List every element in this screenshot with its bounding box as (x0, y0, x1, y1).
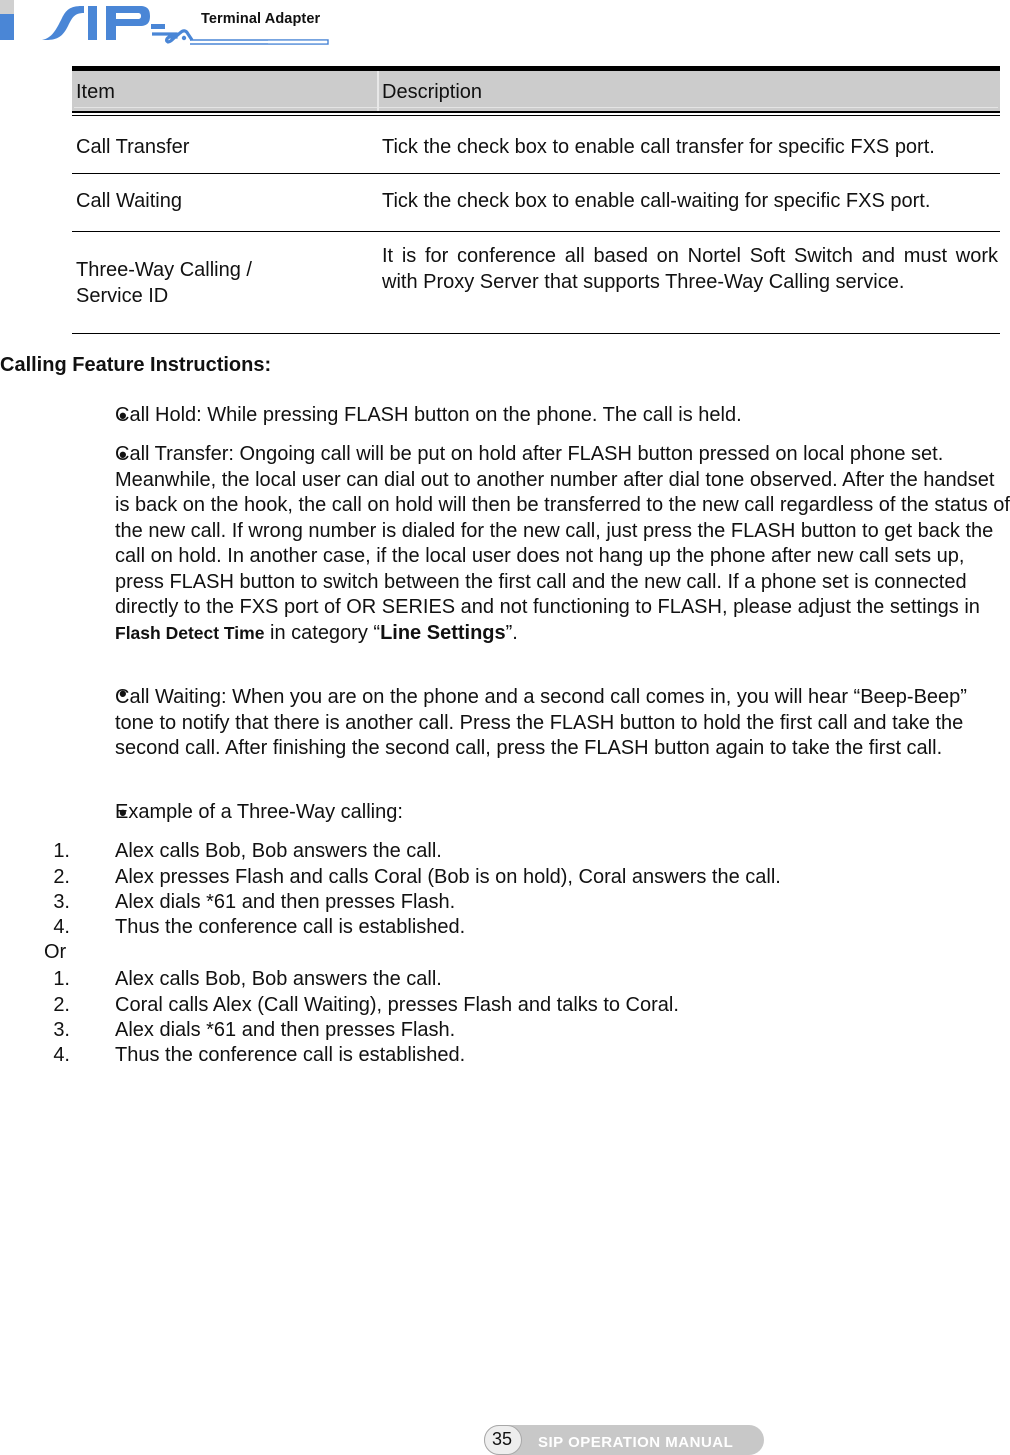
step-number: 4. (53, 916, 70, 938)
step-text: Alex dials *61 and then presses Flash. (115, 891, 456, 913)
table-row: Call Waiting Tick the check box to enabl… (72, 174, 1000, 232)
step-text: Alex dials *61 and then presses Flash. (115, 1019, 456, 1041)
section-title: Calling Feature Instructions: (0, 354, 272, 376)
table-row: Three-Way Calling / Service ID It is for… (72, 232, 1000, 334)
row-description: Tick the check box to enable call transf… (382, 136, 935, 158)
bullet-text: Example of a Three-Way calling: (115, 801, 403, 823)
bullet-text-part: Call Transfer: Ongoing call will be put … (115, 443, 1010, 618)
step-text: Thus the conference call is established. (115, 916, 466, 938)
header-logo: Terminal Adapter (0, 0, 340, 50)
or-label: Or (44, 941, 67, 963)
step-text: Thus the conference call is established. (115, 1044, 466, 1066)
step-number: 3. (53, 1019, 70, 1041)
step-text: Coral calls Alex (Call Waiting), presses… (115, 994, 679, 1016)
column-header-description: Description (382, 81, 483, 103)
row-item: Three-Way Calling / Service ID (76, 257, 366, 309)
step-number: 2. (53, 866, 70, 888)
step-number: 1. (53, 840, 70, 862)
table-row: Call Transfer Tick the check box to enab… (72, 116, 1000, 174)
bullet-text: Call Transfer: Ongoing call will be put … (115, 442, 1010, 646)
row-description: It is for conference all based on Nortel… (382, 245, 998, 293)
bullet-text: Call Hold: While pressing FLASH button o… (115, 404, 742, 426)
step-number: 1. (53, 968, 70, 990)
row-item: Call Waiting (76, 190, 182, 212)
row-item-line: Service ID (76, 285, 169, 307)
product-name: Terminal Adapter (201, 11, 321, 27)
step-text: Alex calls Bob, Bob answers the call. (115, 968, 442, 990)
row-description: Tick the check box to enable call-waitin… (382, 190, 931, 212)
line-settings-label: Line Settings (380, 621, 506, 644)
step-number: 3. (53, 891, 70, 913)
table-header-row: Item Description (72, 66, 1000, 116)
row-item: Call Transfer (76, 136, 190, 158)
bullet-text: Call Waiting: When you are on the phone … (115, 686, 967, 759)
page-number: 35 (492, 1429, 513, 1449)
step-text: Alex calls Bob, Bob answers the call. (115, 840, 442, 862)
step-number: 4. (53, 1044, 70, 1066)
bullet-text-part: ”. (505, 621, 518, 644)
header-column-divider (377, 71, 379, 111)
row-item-line: Three-Way Calling / (76, 259, 252, 281)
page-footer: 35 SIP OPERATION MANUAL (484, 1425, 764, 1455)
manual-title: SIP OPERATION MANUAL (538, 1434, 734, 1451)
column-header-item: Item (76, 81, 115, 103)
feature-table: Item Description Call Transfer Tick the … (72, 66, 1000, 334)
step-number: 2. (53, 994, 70, 1016)
step-text: Alex presses Flash and calls Coral (Bob … (115, 866, 781, 888)
flash-detect-time-label: Flash Detect Time (115, 622, 265, 643)
bullet-text-part: in category “ (264, 621, 381, 644)
header-inner-line (74, 107, 998, 108)
